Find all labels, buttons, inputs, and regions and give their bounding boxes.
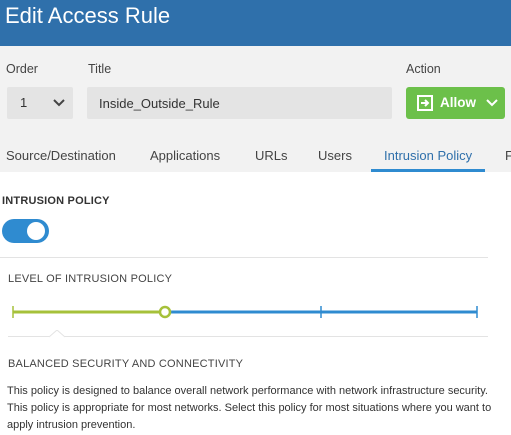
tab-urls[interactable]: URLs	[255, 129, 288, 172]
level-heading: LEVEL OF INTRUSION POLICY	[8, 273, 173, 285]
dialog-header: Edit Access Rule	[0, 0, 511, 46]
pointer-caret-icon	[49, 330, 65, 338]
order-label: Order	[6, 62, 38, 76]
intrusion-policy-toggle[interactable]	[2, 219, 49, 243]
intrusion-level-slider[interactable]	[0, 297, 490, 327]
action-label: Action	[406, 62, 441, 76]
tab-intrusion-policy[interactable]: Intrusion Policy	[384, 129, 472, 172]
title-field[interactable]	[87, 87, 392, 119]
description-text: This policy is designed to balance overa…	[7, 385, 492, 431]
chevron-down-icon	[486, 99, 498, 107]
divider	[8, 336, 488, 337]
action-allow-label: Allow	[440, 95, 476, 110]
title-input[interactable]	[87, 87, 392, 119]
allow-arrow-icon	[417, 95, 433, 111]
title-label: Title	[88, 62, 112, 76]
tab-users[interactable]: Users	[318, 129, 352, 172]
action-allow-button[interactable]: Allow	[406, 87, 505, 119]
divider	[0, 257, 488, 258]
tab-source-destination[interactable]: Source/Destination	[6, 129, 116, 172]
tab-applications[interactable]: Applications	[150, 129, 220, 172]
tab-partial[interactable]: F	[505, 129, 511, 172]
edit-access-rule-dialog: Edit Access Rule Order Title Action 1 Al…	[0, 0, 511, 435]
order-select[interactable]: 1	[7, 87, 73, 119]
rule-form: Order Title Action 1 Allow	[0, 46, 511, 129]
dialog-title: Edit Access Rule	[5, 3, 171, 28]
slider-handle[interactable]	[158, 305, 172, 319]
chevron-down-icon	[53, 99, 65, 107]
intrusion-policy-heading: INTRUSION POLICY	[2, 195, 110, 207]
description-heading: BALANCED SECURITY AND CONNECTIVITY	[8, 358, 244, 370]
rule-tabs: Source/Destination Applications URLs Use…	[0, 129, 511, 172]
order-value: 1	[20, 95, 28, 110]
active-tab-indicator	[371, 169, 485, 172]
toggle-knob	[27, 222, 45, 240]
